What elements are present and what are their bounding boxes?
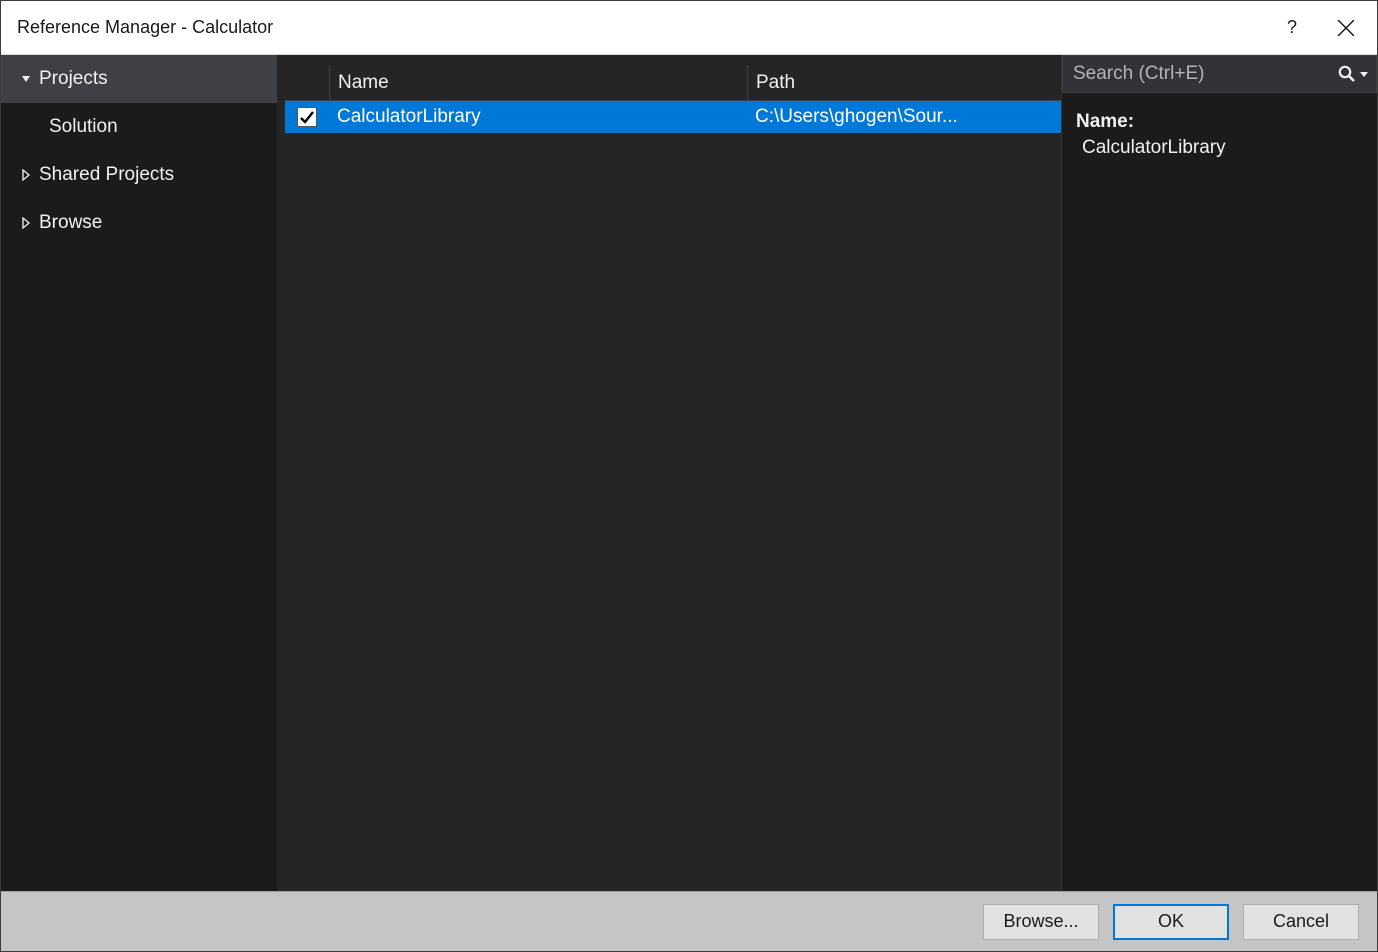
sidebar-item-browse[interactable]: Browse: [1, 199, 277, 247]
sidebar-item-shared-projects[interactable]: Shared Projects: [1, 151, 277, 199]
detail-name-value: CalculatorLibrary: [1062, 137, 1377, 159]
cancel-button[interactable]: Cancel: [1243, 904, 1359, 940]
center-panel: Name Path CalculatorLibrary C:\Users\gho…: [277, 55, 1061, 891]
window-title: Reference Manager - Calculator: [17, 17, 1281, 38]
row-name-cell: CalculatorLibrary: [329, 106, 747, 128]
titlebar: Reference Manager - Calculator ?: [1, 1, 1377, 55]
titlebar-controls: ?: [1281, 17, 1361, 38]
dialog-body: Projects Solution Shared Projects Browse: [1, 55, 1377, 891]
help-button[interactable]: ?: [1281, 17, 1303, 38]
sidebar-item-projects[interactable]: Projects: [1, 55, 277, 103]
sidebar-subitem-label: Solution: [49, 116, 118, 138]
row-path-cell: C:\Users\ghogen\Sour...: [747, 106, 1061, 128]
search-icon: [1338, 65, 1356, 83]
column-header-path[interactable]: Path: [747, 65, 1061, 100]
search-box[interactable]: [1062, 55, 1377, 93]
column-header-name[interactable]: Name: [329, 65, 747, 100]
footer: Browse... OK Cancel: [1, 891, 1377, 951]
reference-manager-window: Reference Manager - Calculator ? Project…: [0, 0, 1378, 952]
row-checkbox[interactable]: [297, 107, 317, 127]
row-checkbox-cell: [285, 107, 329, 127]
chevron-right-icon: [19, 168, 33, 182]
right-panel: Name: CalculatorLibrary: [1061, 55, 1377, 891]
sidebar-subitem-solution[interactable]: Solution: [1, 103, 277, 151]
chevron-down-icon: [19, 72, 33, 86]
browse-button[interactable]: Browse...: [983, 904, 1099, 940]
sidebar: Projects Solution Shared Projects Browse: [1, 55, 277, 891]
sidebar-item-label: Browse: [39, 212, 102, 234]
chevron-down-icon: [1360, 72, 1368, 77]
search-input[interactable]: [1063, 63, 1328, 85]
table-header: Name Path: [285, 65, 1061, 101]
search-button[interactable]: [1328, 65, 1378, 83]
table-row[interactable]: CalculatorLibrary C:\Users\ghogen\Sour..…: [285, 101, 1061, 133]
close-button[interactable]: [1331, 19, 1361, 37]
sidebar-item-label: Shared Projects: [39, 164, 174, 186]
chevron-right-icon: [19, 216, 33, 230]
reference-table: Name Path CalculatorLibrary C:\Users\gho…: [277, 55, 1061, 891]
ok-button[interactable]: OK: [1113, 904, 1229, 940]
sidebar-item-label: Projects: [39, 68, 108, 90]
checkmark-icon: [299, 109, 315, 125]
close-icon: [1337, 19, 1355, 37]
detail-name-label: Name:: [1062, 93, 1377, 137]
